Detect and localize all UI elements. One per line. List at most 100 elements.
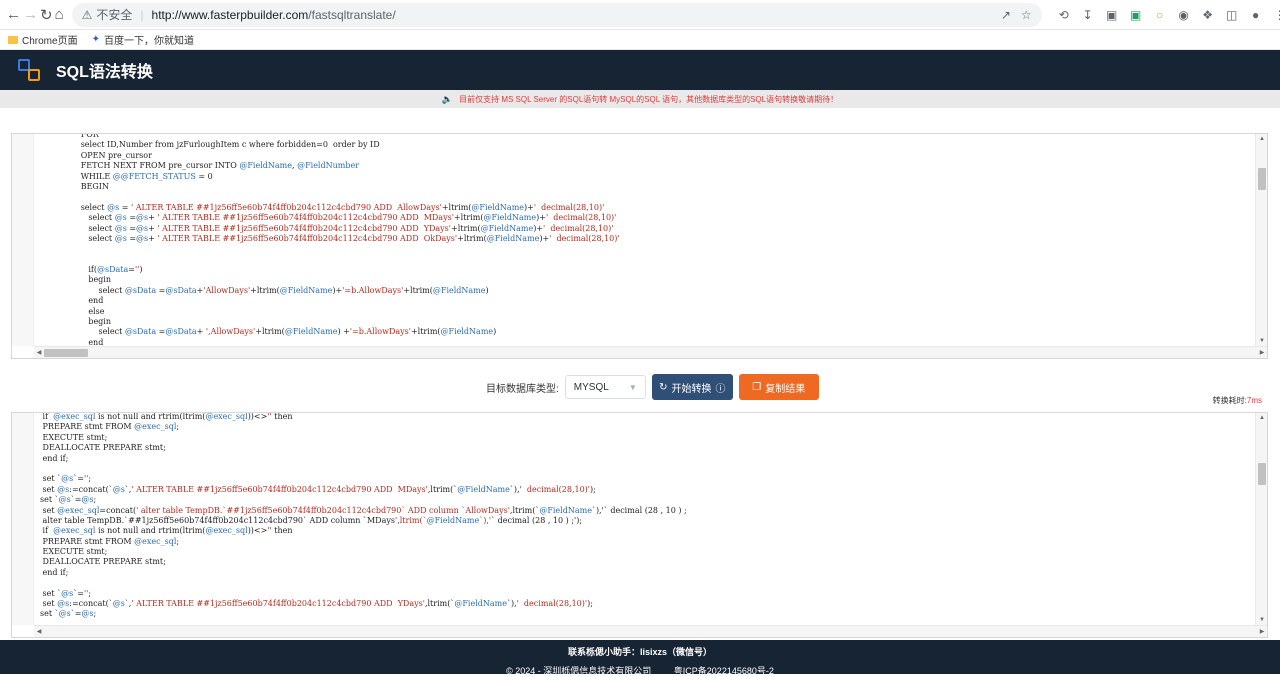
conversion-timing: 转换耗时:7ms: [1213, 395, 1262, 406]
scroll-right-icon[interactable]: ▶: [1257, 347, 1267, 358]
code-line: 46set `@s`=@s;: [34, 495, 1255, 505]
profile-icon[interactable]: ●: [1248, 7, 1264, 23]
url-host: http://www.fasterpbuilder.com: [151, 7, 309, 22]
extension-icon[interactable]: ▣: [1104, 7, 1120, 23]
extension-icon[interactable]: ◉: [1176, 7, 1192, 23]
code-line: 30: [34, 244, 1255, 254]
code-line: 54: [34, 578, 1255, 588]
code-line: 28 select @s =@s+ ' ALTER TABLE ##1jz56f…: [34, 224, 1255, 234]
puzzle-icon[interactable]: ❖: [1200, 7, 1216, 23]
result-code-area[interactable]: 38 if @exec_sql is not null and rtrim(lt…: [34, 412, 1255, 625]
footer: 联系栎偲小助手：lisixzs（微信号） © 2024 - 深圳栎偲信息技术有限…: [0, 640, 1280, 677]
code-line: 25: [34, 192, 1255, 202]
code-line: 52 DEALLOCATE PREPARE stmt;: [34, 557, 1255, 567]
scroll-down-icon[interactable]: ▼: [1256, 615, 1267, 625]
help-icon: ⓘ: [715, 383, 726, 395]
code-line: 38 select @sData =@sData+ ',AllowDays'+l…: [34, 327, 1255, 337]
omnibox-actions: ↗ ☆: [1001, 8, 1032, 22]
horizontal-scrollbar[interactable]: ◀ ▶: [34, 346, 1267, 358]
code-text: select @sData =@sData+'AllowDays'+ltrim(…: [40, 285, 489, 295]
footer-icp[interactable]: 粤ICP备2022145680号-2: [674, 666, 774, 676]
scroll-up-icon[interactable]: ▲: [1256, 134, 1267, 144]
code-text: else: [40, 306, 105, 316]
result-sql-editor[interactable]: 38 if @exec_sql is not null and rtrim(lt…: [11, 412, 1268, 638]
line-number-gutter: [12, 134, 34, 346]
scroll-thumb[interactable]: [44, 349, 88, 357]
url-path: /fastsqltranslate/: [308, 7, 396, 22]
download-icon[interactable]: ↧: [1080, 7, 1096, 23]
code-text: select @s =@s+ ' ALTER TABLE ##1jz56ff5e…: [40, 223, 614, 233]
scroll-right-icon[interactable]: ▶: [1257, 626, 1267, 637]
code-line: 39 PREPARE stmt FROM @exec_sql;: [34, 422, 1255, 432]
save-icon[interactable]: ▣: [1128, 7, 1144, 23]
conversion-controls: 目标数据库类型: MYSQL ▼ ↻ 开始转换 ⓘ ❐ 复制结果: [486, 374, 819, 400]
chevron-down-icon: ▼: [628, 382, 637, 392]
code-text: set @s:=concat(`@s`,' ALTER TABLE ##1jz5…: [40, 484, 596, 494]
extension-icon[interactable]: ○: [1152, 7, 1168, 23]
code-line: 37 begin: [34, 317, 1255, 327]
db-type-select[interactable]: MYSQL ▼: [564, 375, 646, 399]
bookmark-baidu[interactable]: ✦ 百度一下，你就知道: [92, 32, 194, 47]
code-text: BEGIN: [40, 181, 109, 191]
home-icon[interactable]: ⌂: [55, 4, 64, 26]
convert-button[interactable]: ↻ 开始转换 ⓘ: [651, 374, 733, 400]
code-text: if @exec_sql is not null and rtrim(ltrim…: [40, 412, 293, 421]
code-text: select @s = ' ALTER TABLE ##1jz56ff5e60b…: [40, 202, 605, 212]
back-icon[interactable]: ←: [6, 4, 21, 26]
horizontal-scrollbar[interactable]: ◀ ▶: [34, 625, 1267, 637]
code-line: 27 select @s =@s+ ' ALTER TABLE ##1jz56f…: [34, 213, 1255, 223]
app-logo-icon: [18, 59, 40, 81]
bookmark-label: 百度一下，你就知道: [103, 36, 194, 47]
code-line: 34 select @sData =@sData+'AllowDays'+ltr…: [34, 286, 1255, 296]
reload-icon[interactable]: ↻: [40, 4, 53, 26]
sidebar-icon[interactable]: ◫: [1224, 7, 1240, 23]
bookmark-star-icon[interactable]: ☆: [1021, 8, 1032, 22]
address-bar[interactable]: ⚠ 不安全 | http://www.fasterpbuilder.com/fa…: [71, 2, 1042, 27]
bookmark-chrome-pages[interactable]: Chrome页面: [8, 32, 78, 47]
code-text: DEALLOCATE PREPARE stmt;: [40, 443, 166, 453]
scroll-thumb[interactable]: [1258, 463, 1266, 485]
db-type-label: 目标数据库类型:: [486, 383, 559, 395]
scroll-down-icon[interactable]: ▼: [1256, 336, 1267, 346]
code-text: set @exec_sql=concat(' alter table TempD…: [40, 505, 687, 515]
code-line: 39 end: [34, 338, 1255, 346]
browser-toolbar: ← → ↻ ⌂ ⚠ 不安全 | http://www.fasterpbuilde…: [0, 0, 1280, 30]
copy-icon: ❐: [752, 381, 762, 393]
insecure-label: 不安全: [96, 8, 133, 22]
folder-icon: [8, 35, 18, 44]
code-text: set `@s`=@s;: [40, 495, 97, 505]
baidu-icon: ✦: [91, 34, 100, 45]
code-text: if(@sData=''): [40, 265, 143, 275]
refresh-icon: ↻: [659, 381, 668, 393]
code-text: FOR: [40, 133, 99, 139]
vertical-scrollbar[interactable]: ▲ ▼: [1255, 413, 1267, 625]
source-sql-editor[interactable]: 19 FOR20 select ID,Number from jzFurloug…: [11, 133, 1268, 359]
notice-banner: 🔈 目前仅支持 MS SQL Server 的SQL语句转 MySQL的SQL …: [0, 90, 1280, 108]
code-line: 35 end: [34, 296, 1255, 306]
code-line: 40 EXECUTE stmt;: [34, 433, 1255, 443]
scroll-left-icon[interactable]: ◀: [34, 347, 44, 358]
copy-result-button[interactable]: ❐ 复制结果: [738, 374, 819, 400]
scroll-left-icon[interactable]: ◀: [34, 626, 44, 637]
menu-icon[interactable]: ⋮: [1272, 7, 1280, 23]
code-line: 53 end if;: [34, 568, 1255, 578]
vertical-scrollbar[interactable]: ▲ ▼: [1255, 134, 1267, 346]
code-text: begin: [40, 317, 112, 327]
share-icon[interactable]: ↗: [1001, 8, 1011, 22]
convert-label: 开始转换: [671, 383, 712, 395]
extension-icon[interactable]: ⟲: [1056, 7, 1072, 23]
source-code-area[interactable]: 19 FOR20 select ID,Number from jzFurloug…: [34, 133, 1255, 346]
line-number-gutter: [12, 413, 34, 625]
speaker-icon: 🔈: [441, 93, 454, 104]
code-text: select ID,Number from jzFurloughItem c w…: [40, 140, 380, 150]
scroll-thumb[interactable]: [1258, 168, 1266, 190]
footer-legal: © 2024 - 深圳栎偲信息技术有限公司 粤ICP备2022145680号-2: [0, 664, 1280, 677]
scroll-up-icon[interactable]: ▲: [1256, 413, 1267, 423]
code-text: set `@s`=@s;: [40, 609, 97, 619]
footer-copyright: © 2024 - 深圳栎偲信息技术有限公司: [506, 666, 652, 676]
forward-icon[interactable]: →: [23, 4, 38, 26]
copy-label: 复制结果: [765, 383, 806, 395]
code-text: OPEN pre_cursor: [40, 150, 152, 160]
